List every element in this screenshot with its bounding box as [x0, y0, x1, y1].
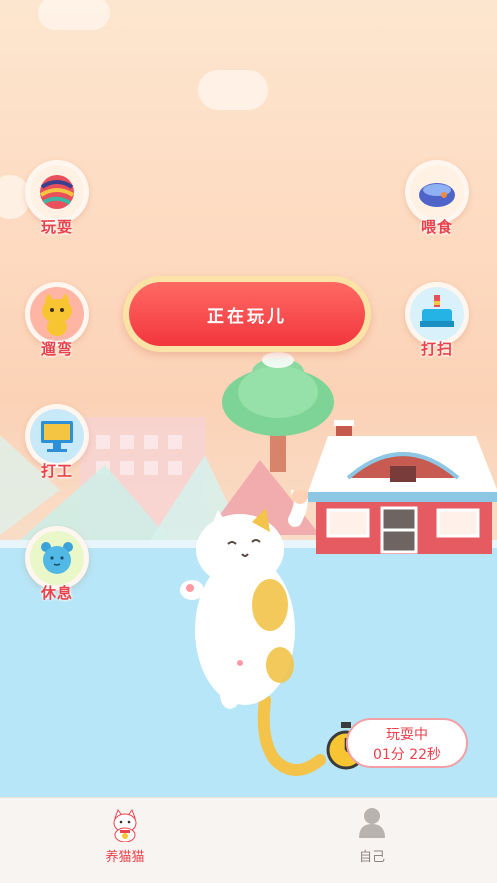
play-label: 玩耍 [40, 218, 73, 236]
tab-self[interactable]: 自己 [302, 798, 442, 883]
walk-button[interactable] [25, 282, 89, 346]
work-button[interactable] [25, 404, 89, 468]
cat-illustration [180, 490, 326, 776]
timer-elapsed: 01分 22秒 [372, 747, 442, 763]
bottom-tab-bar: 养猫猫 自己 [0, 797, 497, 883]
tab-self-label: 自己 [358, 850, 385, 865]
timer-status: 玩耍中 [386, 727, 428, 743]
lucky-cat-icon [113, 808, 137, 842]
yarn-ball-icon [39, 175, 75, 209]
playing-status-pill: 正在玩儿 [129, 282, 365, 346]
tab-cat[interactable]: 养猫猫 [55, 798, 195, 883]
rest-label: 休息 [40, 584, 73, 602]
alarm-clock-icon [41, 542, 73, 574]
cloud [38, 0, 110, 30]
food-bowl-icon [419, 183, 455, 207]
rest-button[interactable] [25, 526, 89, 590]
tab-cat-label: 养猫猫 [105, 850, 145, 865]
playing-status-button[interactable]: 正在玩儿 [123, 276, 371, 352]
playing-status-label: 正在玩儿 [207, 306, 287, 327]
cat-face-icon [42, 293, 72, 336]
work-label: 打工 [40, 462, 73, 480]
cleaning-icon [420, 295, 454, 327]
clean-button[interactable] [405, 282, 469, 346]
cat-game-screen: 玩耍 喂食 遛弯 打扫 打工 休息 正在玩儿 玩耍中 01分 22秒 养猫猫 自… [0, 0, 497, 883]
user-icon [359, 808, 385, 838]
feed-button[interactable] [405, 160, 469, 224]
walk-label: 遛弯 [40, 340, 73, 358]
computer-icon [41, 421, 73, 452]
clean-label: 打扫 [420, 340, 453, 358]
play-timer: 玩耍中 01分 22秒 [346, 718, 468, 768]
house-icon [308, 420, 497, 554]
play-button[interactable] [25, 160, 89, 224]
cloud [198, 70, 268, 110]
feed-label: 喂食 [420, 218, 453, 236]
